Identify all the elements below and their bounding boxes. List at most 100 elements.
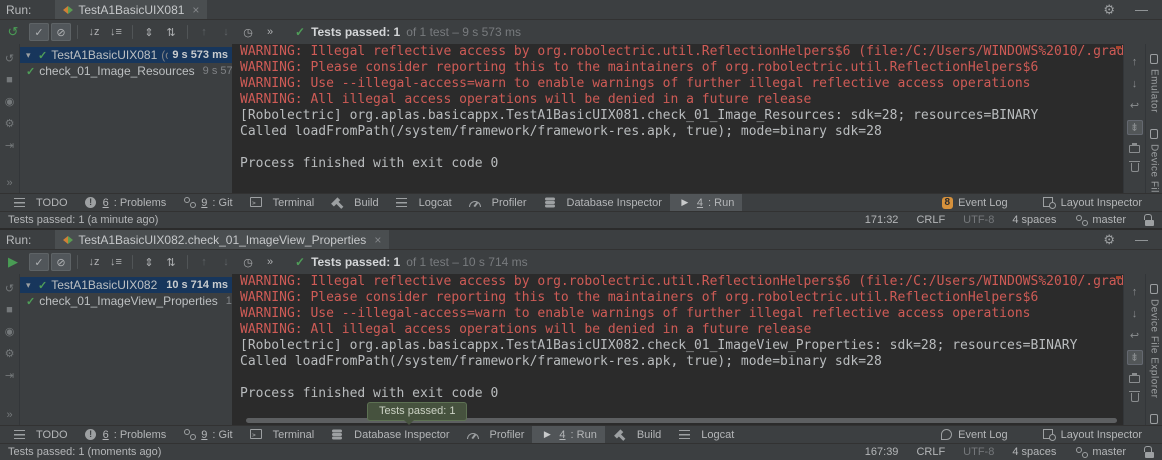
git-branch-widget[interactable]: master — [1074, 214, 1126, 227]
event-log-button[interactable]: Event Log — [931, 428, 1016, 441]
test-history-icon[interactable]: ◷ — [238, 253, 258, 271]
collapse-all-icon[interactable]: ⇅ — [161, 23, 181, 41]
toolwindow-button[interactable]: TODO — [4, 194, 76, 211]
scroll-to-end-icon[interactable]: ⇟ — [1127, 120, 1143, 135]
gear-icon[interactable]: ⚙ — [1103, 232, 1115, 248]
up-the-stack-trace-icon[interactable]: ↑ — [1127, 54, 1143, 69]
expand-all-icon[interactable]: ⇕ — [139, 23, 159, 41]
sort-by-duration-icon[interactable]: ↓≡ — [106, 253, 126, 271]
lock-icon[interactable] — [1144, 214, 1154, 226]
more-icon[interactable]: » — [6, 177, 12, 189]
show-passed-toggle[interactable]: ✓ — [29, 23, 49, 41]
layout-inspector-button[interactable]: Layout Inspector — [1034, 196, 1150, 209]
rerun-tests-button[interactable]: ↺ — [4, 24, 22, 40]
line-separator[interactable]: CRLF — [916, 214, 945, 226]
toolwindow-button[interactable]: Terminal — [241, 426, 323, 443]
toolwindow-button[interactable]: 9: Git — [174, 194, 240, 211]
indent-setting[interactable]: 4 spaces — [1012, 446, 1056, 458]
rerun-tests-button[interactable]: ▶ — [4, 254, 22, 270]
separator[interactable] — [187, 25, 188, 39]
screenshot-icon[interactable]: ◉ — [5, 95, 15, 108]
toolwindow-button[interactable]: Database Inspector — [322, 426, 457, 443]
toolwindow-button[interactable]: 4: Run — [670, 194, 742, 211]
separator[interactable] — [132, 255, 133, 269]
indent-setting[interactable]: 4 spaces — [1012, 214, 1056, 226]
toolwindow-button[interactable]: Logcat — [669, 426, 742, 443]
stop-icon[interactable]: ■ — [6, 304, 13, 316]
run-tab[interactable]: TestA1BasicUIX081 × — [55, 0, 207, 19]
next-occurrence-icon[interactable]: ↓ — [216, 23, 236, 41]
next-occurrence-icon[interactable]: ↓ — [216, 253, 236, 271]
rerun-icon[interactable]: ↺ — [5, 52, 14, 65]
separator[interactable] — [77, 25, 78, 39]
toolwindow-button[interactable]: 6: Problems — [76, 426, 175, 443]
more-actions-icon[interactable]: » — [260, 23, 280, 41]
tool-window-tab[interactable]: Device File Explorer — [1149, 129, 1160, 193]
minimize-icon[interactable]: — — [1135, 2, 1148, 18]
line-separator[interactable]: CRLF — [916, 446, 945, 458]
toolwindow-button[interactable]: Profiler — [460, 194, 535, 211]
test-tree-row[interactable]: ✓ check_01_ImageView_Properties 10 s 714… — [20, 293, 232, 309]
caret-position[interactable]: 171:32 — [865, 214, 899, 226]
import-tests-icon[interactable]: ⇥ — [5, 139, 14, 152]
toolwindow-button[interactable]: TODO — [4, 426, 76, 443]
previous-occurrence-icon[interactable]: ↑ — [194, 253, 214, 271]
toolwindow-button[interactable]: 6: Problems — [76, 194, 175, 211]
print-icon[interactable] — [1129, 142, 1140, 153]
event-log-button[interactable]: 8 Event Log — [934, 197, 1016, 209]
clear-all-icon[interactable] — [1131, 390, 1139, 402]
run-console[interactable]: WARNING: Illegal reflective access by or… — [232, 274, 1123, 425]
gear-icon[interactable]: ⚙ — [1103, 2, 1115, 18]
show-ignored-toggle[interactable]: ⊘ — [51, 253, 71, 271]
close-icon[interactable]: × — [192, 3, 199, 17]
file-encoding[interactable]: UTF-8 — [963, 214, 994, 226]
sort-alphabetically-icon[interactable]: ↓z — [84, 253, 104, 271]
toolwindow-button[interactable]: Logcat — [387, 194, 460, 211]
more-actions-icon[interactable]: » — [260, 253, 280, 271]
previous-occurrence-icon[interactable]: ↑ — [194, 23, 214, 41]
stop-icon[interactable]: ■ — [6, 74, 13, 86]
show-passed-toggle[interactable]: ✓ — [29, 253, 49, 271]
down-the-stack-trace-icon[interactable]: ↓ — [1127, 306, 1143, 321]
separator[interactable] — [187, 255, 188, 269]
tool-window-tab[interactable]: Emulator — [1149, 414, 1160, 425]
file-encoding[interactable]: UTF-8 — [963, 446, 994, 458]
tool-window-tab[interactable]: Emulator — [1149, 54, 1160, 113]
separator[interactable] — [77, 255, 78, 269]
toolwindow-button[interactable]: 4: Run — [532, 426, 604, 443]
test-tree-row[interactable]: ▾ ✓ TestA1BasicUIX081 (org.aplas.basica … — [20, 47, 232, 63]
clear-all-icon[interactable] — [1131, 160, 1139, 172]
layout-inspector-button[interactable]: Layout Inspector — [1034, 428, 1150, 441]
rerun-icon[interactable]: ↺ — [5, 282, 14, 295]
chevron-down-icon[interactable]: ▾ — [26, 50, 38, 61]
git-branch-widget[interactable]: master — [1074, 446, 1126, 459]
test-settings-icon[interactable]: ⚙ — [5, 347, 15, 360]
print-icon[interactable] — [1129, 372, 1140, 383]
toolwindow-button[interactable]: Terminal — [241, 194, 323, 211]
collapse-all-icon[interactable]: ⇅ — [161, 253, 181, 271]
soft-wrap-icon[interactable]: ↩ — [1127, 328, 1143, 343]
test-tree-row[interactable]: ✓ check_01_Image_Resources 9 s 573 ms — [20, 63, 232, 79]
screenshot-icon[interactable]: ◉ — [5, 325, 15, 338]
down-the-stack-trace-icon[interactable]: ↓ — [1127, 76, 1143, 91]
test-history-icon[interactable]: ◷ — [238, 23, 258, 41]
scroll-to-end-icon[interactable]: ⇟ — [1127, 350, 1143, 365]
caret-position[interactable]: 167:39 — [865, 446, 899, 458]
tool-window-tab[interactable]: Device File Explorer — [1149, 284, 1160, 398]
minimize-icon[interactable]: — — [1135, 232, 1148, 248]
run-tab[interactable]: TestA1BasicUIX082.check_01_ImageView_Pro… — [55, 230, 389, 249]
separator[interactable] — [132, 25, 133, 39]
import-tests-icon[interactable]: ⇥ — [5, 369, 14, 382]
test-tree-row[interactable]: ▾ ✓ TestA1BasicUIX082 (org.aplas.basica … — [20, 277, 232, 293]
more-icon[interactable]: » — [6, 409, 12, 421]
toolwindow-button[interactable]: Build — [605, 426, 669, 443]
sort-by-duration-icon[interactable]: ↓≡ — [106, 23, 126, 41]
run-console[interactable]: WARNING: Illegal reflective access by or… — [232, 44, 1123, 193]
up-the-stack-trace-icon[interactable]: ↑ — [1127, 284, 1143, 299]
chevron-down-icon[interactable]: ▾ — [26, 280, 38, 291]
show-ignored-toggle[interactable]: ⊘ — [51, 23, 71, 41]
test-settings-icon[interactable]: ⚙ — [5, 117, 15, 130]
toolwindow-button[interactable]: 9: Git — [174, 426, 240, 443]
toolwindow-button[interactable]: Build — [322, 194, 386, 211]
expand-all-icon[interactable]: ⇕ — [139, 253, 159, 271]
